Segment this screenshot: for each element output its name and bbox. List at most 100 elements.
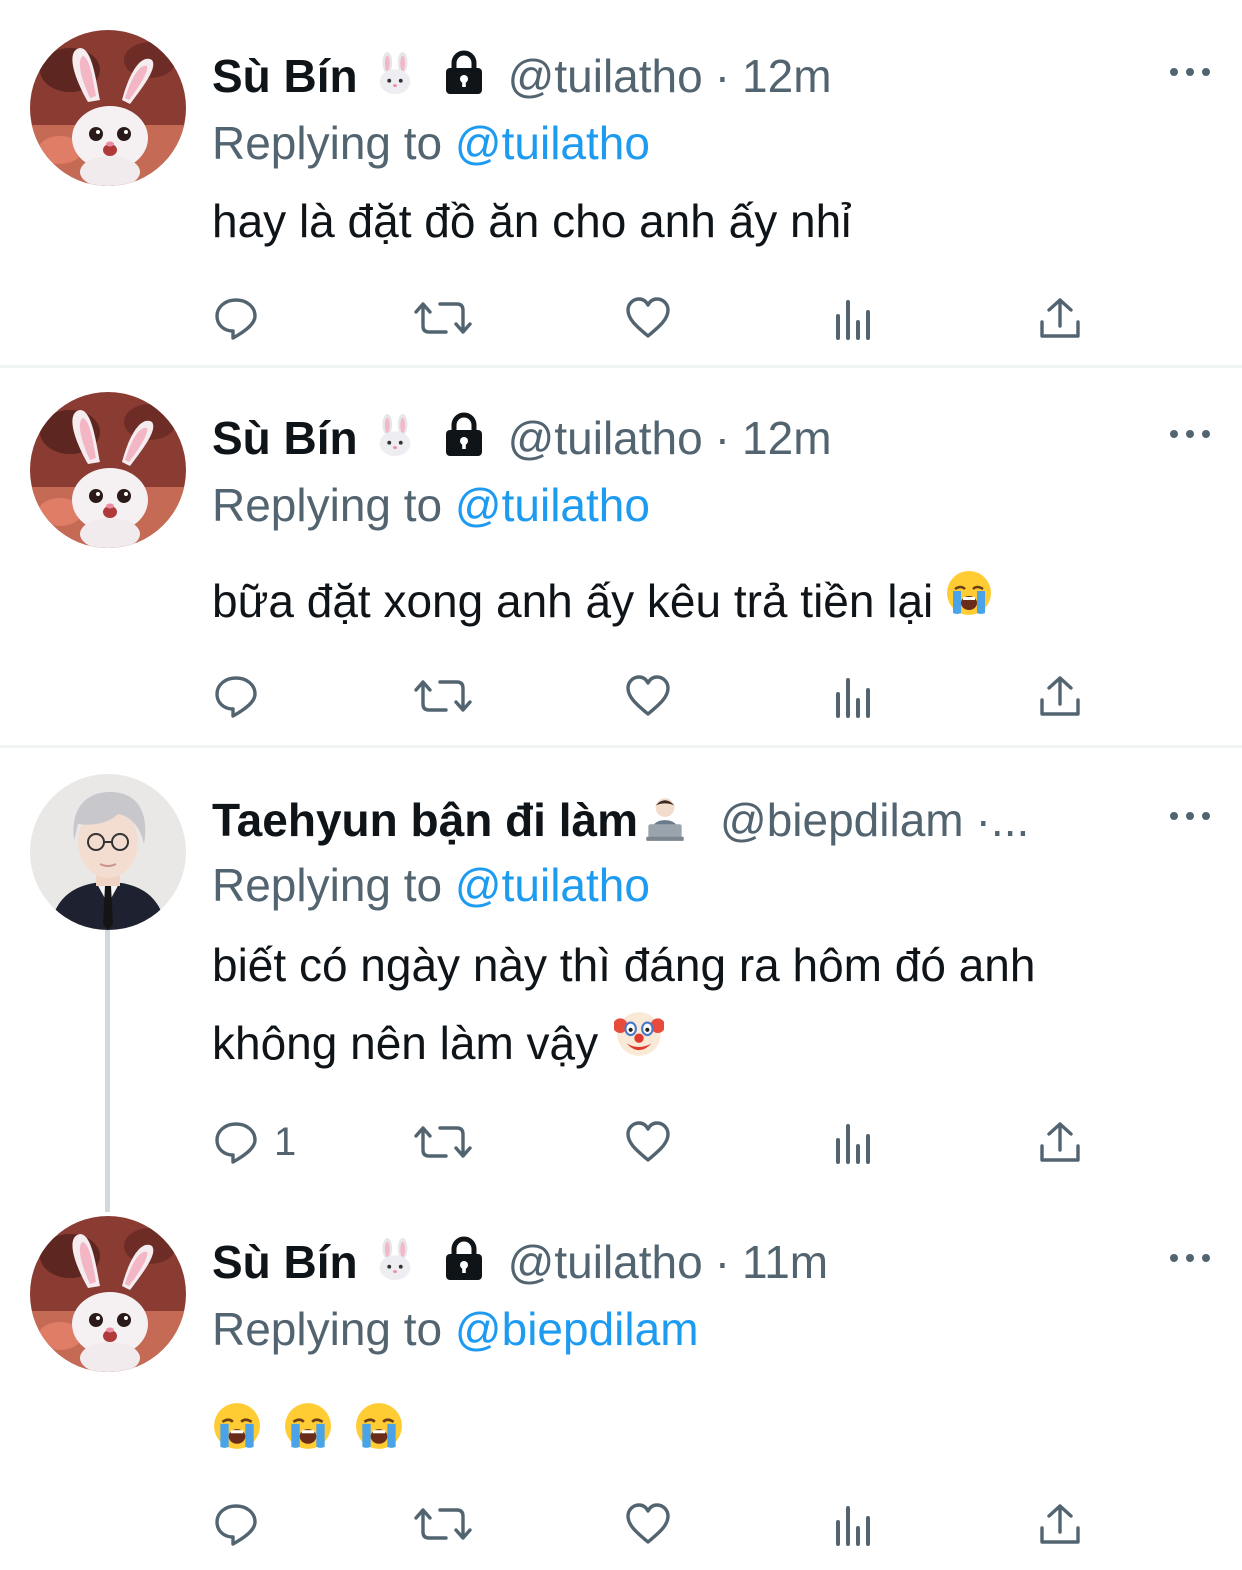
avatar[interactable] — [30, 774, 186, 930]
retweet-icon — [414, 672, 472, 720]
handle[interactable]: @tuilatho — [508, 49, 703, 103]
tweet[interactable]: Sù Bín @tuilatho · 12m Replying to @tuil… — [0, 368, 1242, 746]
share-button[interactable] — [1036, 668, 1084, 724]
mention-link[interactable]: @tuilatho — [455, 859, 650, 911]
retweet-button[interactable] — [414, 668, 472, 724]
like-button[interactable] — [624, 668, 672, 724]
mention-link[interactable]: @tuilatho — [455, 479, 650, 531]
more-options-icon[interactable] — [1170, 806, 1210, 826]
heart-icon — [624, 1118, 672, 1166]
reply-icon — [212, 672, 260, 720]
retweet-icon — [414, 1500, 472, 1548]
timestamp[interactable]: 12m — [742, 49, 831, 103]
tweet-text: hay là đặt đồ ăn cho anh ấy nhỉ — [212, 195, 852, 247]
retweet-button[interactable] — [414, 1114, 472, 1170]
replying-to-label: Replying to — [212, 859, 455, 911]
more-options-icon[interactable] — [1170, 1248, 1210, 1268]
views-icon — [830, 672, 878, 720]
tweet-header: Sù Bín @tuilatho · 12m — [212, 408, 1194, 468]
heart-icon — [624, 1500, 672, 1548]
reply-count: 1 — [274, 1119, 297, 1164]
tweet-header: Sù Bín @tuilatho · 11m — [212, 1232, 1194, 1292]
views-icon — [830, 1500, 878, 1548]
share-button[interactable] — [1036, 1114, 1084, 1170]
replying-to: Replying to @tuilatho — [212, 478, 650, 532]
avatar[interactable] — [30, 30, 186, 186]
share-icon — [1036, 1118, 1084, 1166]
display-name[interactable]: Taehyun bận đi làm — [212, 793, 638, 847]
reply-button[interactable] — [212, 1496, 260, 1552]
handle[interactable]: @biepdilam — [720, 793, 964, 847]
heart-icon — [624, 294, 672, 342]
replying-to: Replying to @tuilatho — [212, 858, 650, 912]
separator-dot: · — [714, 50, 731, 102]
tweet[interactable]: Sù Bín @tuilatho · 12m Replying to @tuil… — [0, 0, 1242, 366]
views-button[interactable] — [830, 1114, 878, 1170]
handle[interactable]: @tuilatho — [508, 1235, 703, 1289]
views-icon — [830, 1118, 878, 1166]
replying-to: Replying to @biepdilam — [212, 1302, 699, 1356]
crying-face-icon — [945, 562, 993, 640]
reply-icon — [212, 1500, 260, 1548]
action-bar: 1 — [212, 1114, 1092, 1170]
tweet-text-content: bữa đặt xong anh ấy kêu trả tiền lại — [212, 575, 934, 627]
lock-icon — [440, 50, 488, 103]
lock-icon — [440, 1236, 488, 1289]
like-button[interactable] — [624, 1114, 672, 1170]
rabbit-face-icon — [372, 413, 418, 464]
more-options-icon[interactable] — [1170, 424, 1210, 444]
tweet-header: Taehyun bận đi làm @biepdilam ·... — [212, 790, 1150, 850]
tweet-text-line: không nên làm vậy — [212, 1017, 599, 1069]
more-options-icon[interactable] — [1170, 62, 1210, 82]
replying-to: Replying to @tuilatho — [212, 116, 650, 170]
retweet-button[interactable] — [414, 290, 472, 346]
share-button[interactable] — [1036, 1496, 1084, 1552]
reply-button[interactable] — [212, 290, 260, 346]
retweet-icon — [414, 1118, 472, 1166]
views-button[interactable] — [830, 668, 878, 724]
display-name[interactable]: Sù Bín — [212, 411, 358, 465]
separator-dot: · — [714, 1236, 731, 1288]
share-icon — [1036, 294, 1084, 342]
avatar[interactable] — [30, 1216, 186, 1372]
avatar[interactable] — [30, 392, 186, 548]
tweet-text — [212, 1396, 1202, 1478]
share-icon — [1036, 672, 1084, 720]
retweet-icon — [414, 294, 472, 342]
reply-button[interactable] — [212, 668, 260, 724]
handle[interactable]: @tuilatho — [508, 411, 703, 465]
person-at-laptop-icon — [640, 793, 690, 848]
truncation-ellipsis: ·... — [975, 794, 1030, 846]
reply-icon — [212, 294, 260, 342]
retweet-button[interactable] — [414, 1496, 472, 1552]
timestamp[interactable]: 11m — [742, 1235, 828, 1289]
timestamp[interactable]: 12m — [742, 411, 831, 465]
display-name[interactable]: Sù Bín — [212, 1235, 358, 1289]
tweet-text-line-2: không nên làm vậy — [212, 1004, 1202, 1086]
mention-link[interactable]: @biepdilam — [455, 1303, 699, 1355]
tweet-text: bữa đặt xong anh ấy kêu trả tiền lại — [212, 562, 1202, 644]
tweet-header: Sù Bín @tuilatho · 12m — [212, 46, 1194, 106]
replying-to-label: Replying to — [212, 479, 455, 531]
replying-to-label: Replying to — [212, 1303, 455, 1355]
reply-button[interactable]: 1 — [212, 1114, 296, 1170]
like-button[interactable] — [624, 290, 672, 346]
crying-face-icon — [354, 1396, 404, 1474]
views-button[interactable] — [830, 1496, 878, 1552]
mention-link[interactable]: @tuilatho — [455, 117, 650, 169]
replying-to-label: Replying to — [212, 117, 455, 169]
rabbit-face-icon — [372, 51, 418, 102]
crying-face-icon — [212, 1396, 262, 1474]
share-button[interactable] — [1036, 290, 1084, 346]
tweet-text-line: biết có ngày này thì đáng ra hôm đó anh — [212, 939, 1036, 991]
tweet[interactable]: Taehyun bận đi làm @biepdilam ·... Reply… — [0, 748, 1242, 1208]
views-button[interactable] — [830, 290, 878, 346]
tweet-text: biết có ngày này thì đáng ra hôm đó anh … — [212, 926, 1202, 1086]
lock-icon — [440, 412, 488, 465]
share-icon — [1036, 1500, 1084, 1548]
display-name[interactable]: Sù Bín — [212, 49, 358, 103]
like-button[interactable] — [624, 1496, 672, 1552]
reply-icon — [212, 1118, 260, 1166]
tweet[interactable]: Sù Bín @tuilatho · 11m Replying to @biep… — [0, 1212, 1242, 1570]
heart-icon — [624, 672, 672, 720]
